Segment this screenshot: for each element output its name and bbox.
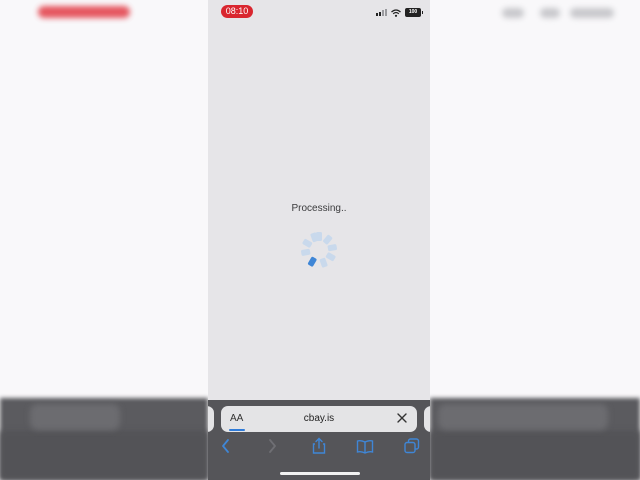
left-backdrop [0,0,208,480]
right-backdrop [430,0,640,480]
blurred-address [30,404,120,430]
home-indicator[interactable] [280,472,360,475]
bookmarks-icon[interactable] [356,437,374,455]
back-icon[interactable] [220,437,232,455]
signal-icon [376,9,387,16]
status-bar: 08:10 100 [208,0,430,24]
blurred-badge [38,6,130,18]
share-icon[interactable] [310,437,328,455]
battery-icon: 100 [405,8,423,17]
previous-tab-address[interactable] [208,406,214,432]
blurred-status [502,8,524,18]
close-icon[interactable] [395,411,409,425]
loading-spinner-icon [300,232,338,268]
processing-message: Processing.. [291,203,347,214]
page-load-progress [229,429,245,431]
url-text: cbay.is [303,413,335,424]
blurred-status-2 [540,8,560,18]
blurred-toolbar-lower [430,431,640,480]
status-time: 08:10 [221,5,253,18]
forward-icon[interactable] [266,437,278,455]
tabs-icon[interactable] [403,437,421,455]
nav-bar [208,437,430,459]
address-bar[interactable]: AA cbay.is [221,406,417,432]
phone-screen: 08:10 100 Processing.. AA cbay.is [208,0,430,480]
browser-toolbar: AA cbay.is [208,400,430,480]
status-icons: 100 [376,8,423,17]
next-tab-address[interactable] [424,406,430,432]
blurred-toolbar-lower [0,431,208,480]
blurred-status-3 [570,8,614,18]
blurred-address [438,404,608,430]
wifi-icon [391,8,401,17]
